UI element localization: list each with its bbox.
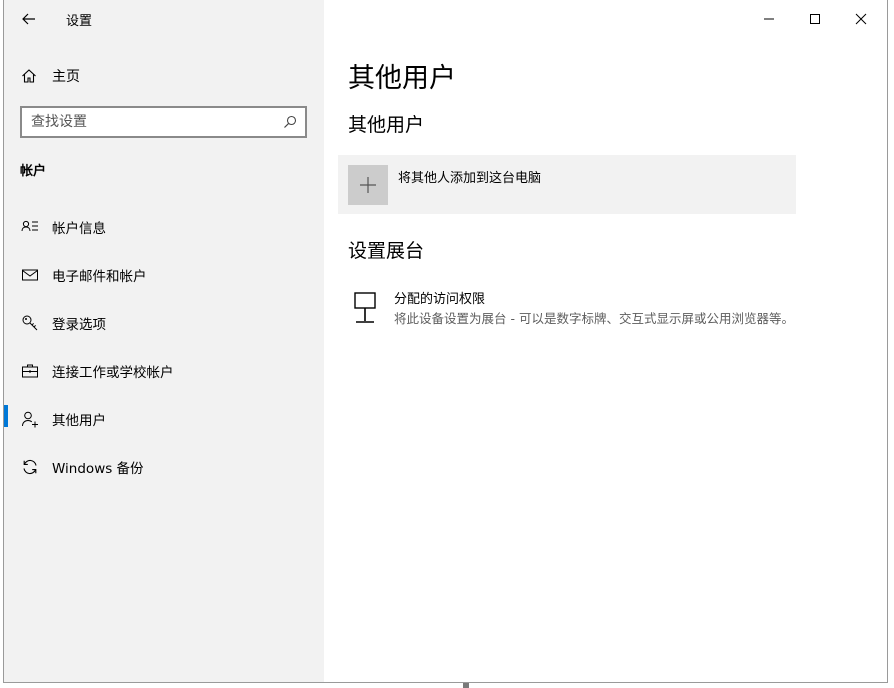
sidebar-item-label: 其他用户 [52, 413, 106, 429]
back-arrow-icon[interactable] [16, 6, 42, 32]
kiosk-icon [348, 290, 384, 332]
account-info-icon [20, 217, 40, 237]
briefcase-icon [20, 361, 40, 381]
close-icon[interactable] [846, 6, 876, 32]
search-box[interactable] [20, 106, 307, 138]
section-title: 帐户 [20, 164, 47, 179]
app-title: 设置 [66, 14, 93, 29]
search-icon[interactable] [277, 109, 303, 135]
sidebar-item-sign-in-options[interactable]: 登录选项 [4, 301, 324, 345]
selection-indicator [4, 357, 8, 379]
kiosk-text: 分配的访问权限 将此设备设置为展台 - 可以是数字标牌、交互式显示屏或公用浏览器… [394, 290, 794, 332]
sidebar-item-label: 连接工作或学校帐户 [52, 365, 174, 381]
selection-indicator [4, 309, 8, 331]
home-icon [20, 67, 38, 85]
selection-indicator [4, 213, 8, 235]
assigned-access-description: 将此设备设置为展台 - 可以是数字标牌、交互式显示屏或公用浏览器等。 [394, 311, 794, 326]
add-other-user-button[interactable]: 将其他人添加到这台电脑 [338, 155, 796, 214]
selection-indicator [4, 261, 8, 283]
sidebar-item-work-school[interactable]: 连接工作或学校帐户 [4, 349, 324, 393]
sidebar-item-other-users[interactable]: 其他用户 [4, 397, 324, 441]
settings-window: 设置 主页 帐户 帐户信息 电子邮件和帐户 [3, 0, 888, 683]
page-title: 其他用户 [348, 63, 456, 94]
sidebar-item-label: 登录选项 [52, 317, 106, 333]
sidebar-item-windows-backup[interactable]: Windows 备份 [4, 445, 324, 489]
background-edge [463, 683, 469, 688]
main-content: 其他用户 其他用户 将其他人添加到这台电脑 设置展台 分配的访问权限 将此设备设… [324, 0, 887, 682]
add-tile [348, 165, 388, 205]
section-heading-other-users: 其他用户 [348, 114, 425, 136]
key-icon [20, 313, 40, 333]
mail-icon [20, 265, 40, 285]
maximize-icon[interactable] [800, 6, 830, 32]
sidebar-item-email-accounts[interactable]: 电子邮件和帐户 [4, 253, 324, 297]
selection-indicator [4, 453, 8, 475]
home-label: 主页 [52, 69, 80, 85]
assigned-access-title: 分配的访问权限 [394, 292, 486, 307]
minimize-icon[interactable] [754, 6, 784, 32]
add-other-user-label: 将其他人添加到这台电脑 [398, 171, 542, 186]
search-input[interactable] [22, 113, 277, 131]
add-person-icon [20, 409, 40, 429]
sidebar-item-home[interactable]: 主页 [20, 64, 80, 88]
section-heading-kiosk: 设置展台 [348, 240, 425, 262]
sidebar-item-account-info[interactable]: 帐户信息 [4, 205, 324, 249]
sidebar: 设置 主页 帐户 帐户信息 电子邮件和帐户 [4, 0, 324, 682]
sync-icon [20, 457, 40, 477]
selection-indicator [4, 405, 8, 427]
sidebar-item-label: 电子邮件和帐户 [52, 269, 147, 285]
plus-icon [360, 177, 376, 193]
assigned-access-item[interactable]: 分配的访问权限 将此设备设置为展台 - 可以是数字标牌、交互式显示屏或公用浏览器… [348, 290, 808, 332]
sidebar-item-label: 帐户信息 [52, 221, 106, 237]
sidebar-item-label: Windows 备份 [52, 461, 144, 477]
